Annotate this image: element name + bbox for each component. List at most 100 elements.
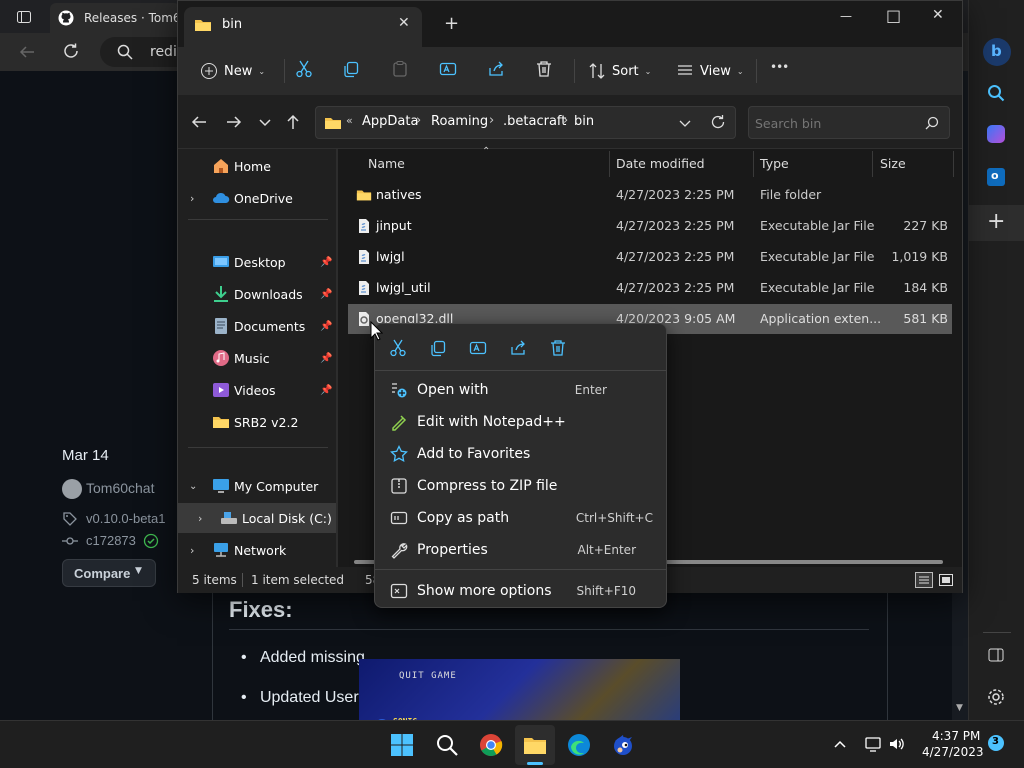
settings-gear-icon[interactable] [987,688,1005,706]
context-delete-button[interactable] [544,334,572,362]
new-tab-button[interactable]: + [444,13,459,34]
nav-item-videos[interactable]: Videos 📌 [178,375,336,405]
nav-item-desktop[interactable]: Desktop 📌 [178,247,336,277]
nav-item-local-disk[interactable]: › Local Disk (C:) [178,503,336,533]
share-icon[interactable] [487,60,505,78]
release-author[interactable]: Tom60chat [86,480,154,496]
notification-badge[interactable]: 3 [988,735,1004,751]
show-hidden-icons-chevron[interactable] [832,736,848,752]
add-sidebar-app-button[interactable]: + [969,205,1024,241]
tab-close-icon[interactable]: ✕ [398,15,410,31]
column-divider[interactable] [609,151,610,177]
file-row[interactable]: lwjgl 4/27/2023 2:25 PM Executable Jar F… [348,242,952,272]
start-button[interactable] [382,725,422,765]
menu-item-copy-path[interactable]: Copy as path Ctrl+Shift+C [380,503,661,533]
avatar[interactable] [62,479,82,499]
release-tag[interactable]: v0.10.0-beta1 [86,511,166,526]
volume-icon[interactable] [888,735,906,753]
menu-item-edit-notepadpp[interactable]: Edit with Notepad++ [380,407,661,437]
outlook-icon[interactable]: o [987,168,1005,186]
file-row[interactable]: natives 4/27/2023 2:25 PM File folder [348,180,952,210]
details-view-icon[interactable] [915,572,933,588]
see-more-button[interactable]: ••• [770,60,789,74]
context-cut-button[interactable] [384,334,412,362]
menu-item-open-with[interactable]: Open with Enter [380,375,661,405]
column-header-date[interactable]: Date modified [616,149,705,179]
column-header-name[interactable]: Name [368,149,405,179]
column-header-type[interactable]: Type [760,149,789,179]
menu-item-properties[interactable]: Properties Alt+Enter [380,535,661,565]
refresh-icon[interactable] [62,42,80,60]
window-close-button[interactable]: ✕ [932,7,944,23]
copy-icon[interactable] [342,60,360,78]
chevron-right-icon[interactable]: › [198,512,202,525]
sidebar-search-icon[interactable] [987,84,1005,102]
context-copy-button[interactable] [424,334,452,362]
column-header-size[interactable]: Size [880,149,906,179]
chevron-right-icon[interactable]: › [190,192,194,205]
recent-locations-icon[interactable] [258,115,272,129]
nav-item-network[interactable]: › Network [178,535,336,565]
nav-item-home[interactable]: Home [178,151,336,181]
breadcrumb-part[interactable]: bin [574,114,594,129]
tab-actions-icon[interactable] [16,9,32,25]
nav-item-my-computer[interactable]: ⌄ My Computer [178,471,336,501]
context-share-button[interactable] [504,334,532,362]
minimize-button[interactable]: — [840,9,852,23]
split-screen-icon[interactable] [987,646,1005,664]
breadcrumb-part[interactable]: Roaming [431,114,488,129]
nav-item-documents[interactable]: Documents 📌 [178,311,336,341]
search-input[interactable] [755,112,915,134]
context-rename-button[interactable] [464,334,492,362]
file-row[interactable]: lwjgl_util 4/27/2023 2:25 PM Executable … [348,273,952,303]
breadcrumb-overflow[interactable]: « [346,114,353,127]
taskbar-chrome-button[interactable] [471,725,511,765]
sort-button[interactable]: Sort ⌄ [582,57,657,85]
maximize-button[interactable]: □ [886,6,901,25]
nav-item-onedrive[interactable]: › OneDrive [178,183,336,213]
nav-item-music[interactable]: Music 📌 [178,343,336,373]
network-status-icon[interactable] [864,735,882,753]
taskbar-edge-button[interactable] [559,725,599,765]
taskbar-search-button[interactable] [427,725,467,765]
forward-arrow-icon[interactable] [225,113,243,131]
rename-icon[interactable] [439,60,457,78]
copilot-icon[interactable] [987,125,1005,143]
chevron-down-icon[interactable]: ⌄ [189,481,197,492]
large-icons-view-icon[interactable] [938,572,954,588]
back-icon[interactable] [18,43,36,61]
compare-button[interactable]: Compare ▼ [62,559,156,587]
breadcrumb-part[interactable]: AppData [362,114,418,129]
release-commit[interactable]: c172873 [86,533,136,548]
delete-icon[interactable] [535,60,553,78]
explorer-tab[interactable]: bin ✕ [184,7,422,47]
nav-item-srb2[interactable]: SRB2 v2.2 [178,407,336,437]
view-button[interactable]: View ⌄ [670,57,750,85]
scroll-down-icon[interactable]: ▼ [956,703,963,713]
taskbar-explorer-button[interactable] [515,725,555,765]
file-row[interactable]: jinput 4/27/2023 2:25 PM Executable Jar … [348,211,952,241]
menu-item-compress-zip[interactable]: Compress to ZIP file [380,471,661,501]
new-button[interactable]: New ⌄ [194,57,271,85]
menu-item-show-more-options[interactable]: Show more options Shift+F10 [380,576,661,606]
column-divider[interactable] [872,151,873,177]
taskbar-srb2-button[interactable] [603,725,643,765]
column-divider[interactable] [753,151,754,177]
column-divider[interactable] [953,151,954,177]
paste-icon[interactable] [391,60,409,78]
search-box[interactable] [748,106,950,139]
clock-date[interactable]: 4/27/2023 [922,745,984,759]
bing-chat-icon[interactable]: b [983,38,1011,66]
breadcrumb-part[interactable]: .betacraft [503,114,566,129]
cut-icon[interactable] [295,60,313,78]
breadcrumb[interactable]: « AppData › Roaming › .betacraft › bin [315,106,736,139]
chevron-right-icon[interactable]: › [190,544,194,557]
back-arrow-icon[interactable] [190,113,208,131]
address-history-chevron-icon[interactable] [678,117,692,131]
up-arrow-icon[interactable] [284,113,302,131]
clock-time[interactable]: 4:37 PM [932,729,980,743]
nav-item-downloads[interactable]: Downloads 📌 [178,279,336,309]
browser-tab[interactable]: Releases · Tom60c [50,3,195,33]
refresh-folder-icon[interactable] [710,114,726,130]
menu-item-add-favorites[interactable]: Add to Favorites [380,439,661,469]
